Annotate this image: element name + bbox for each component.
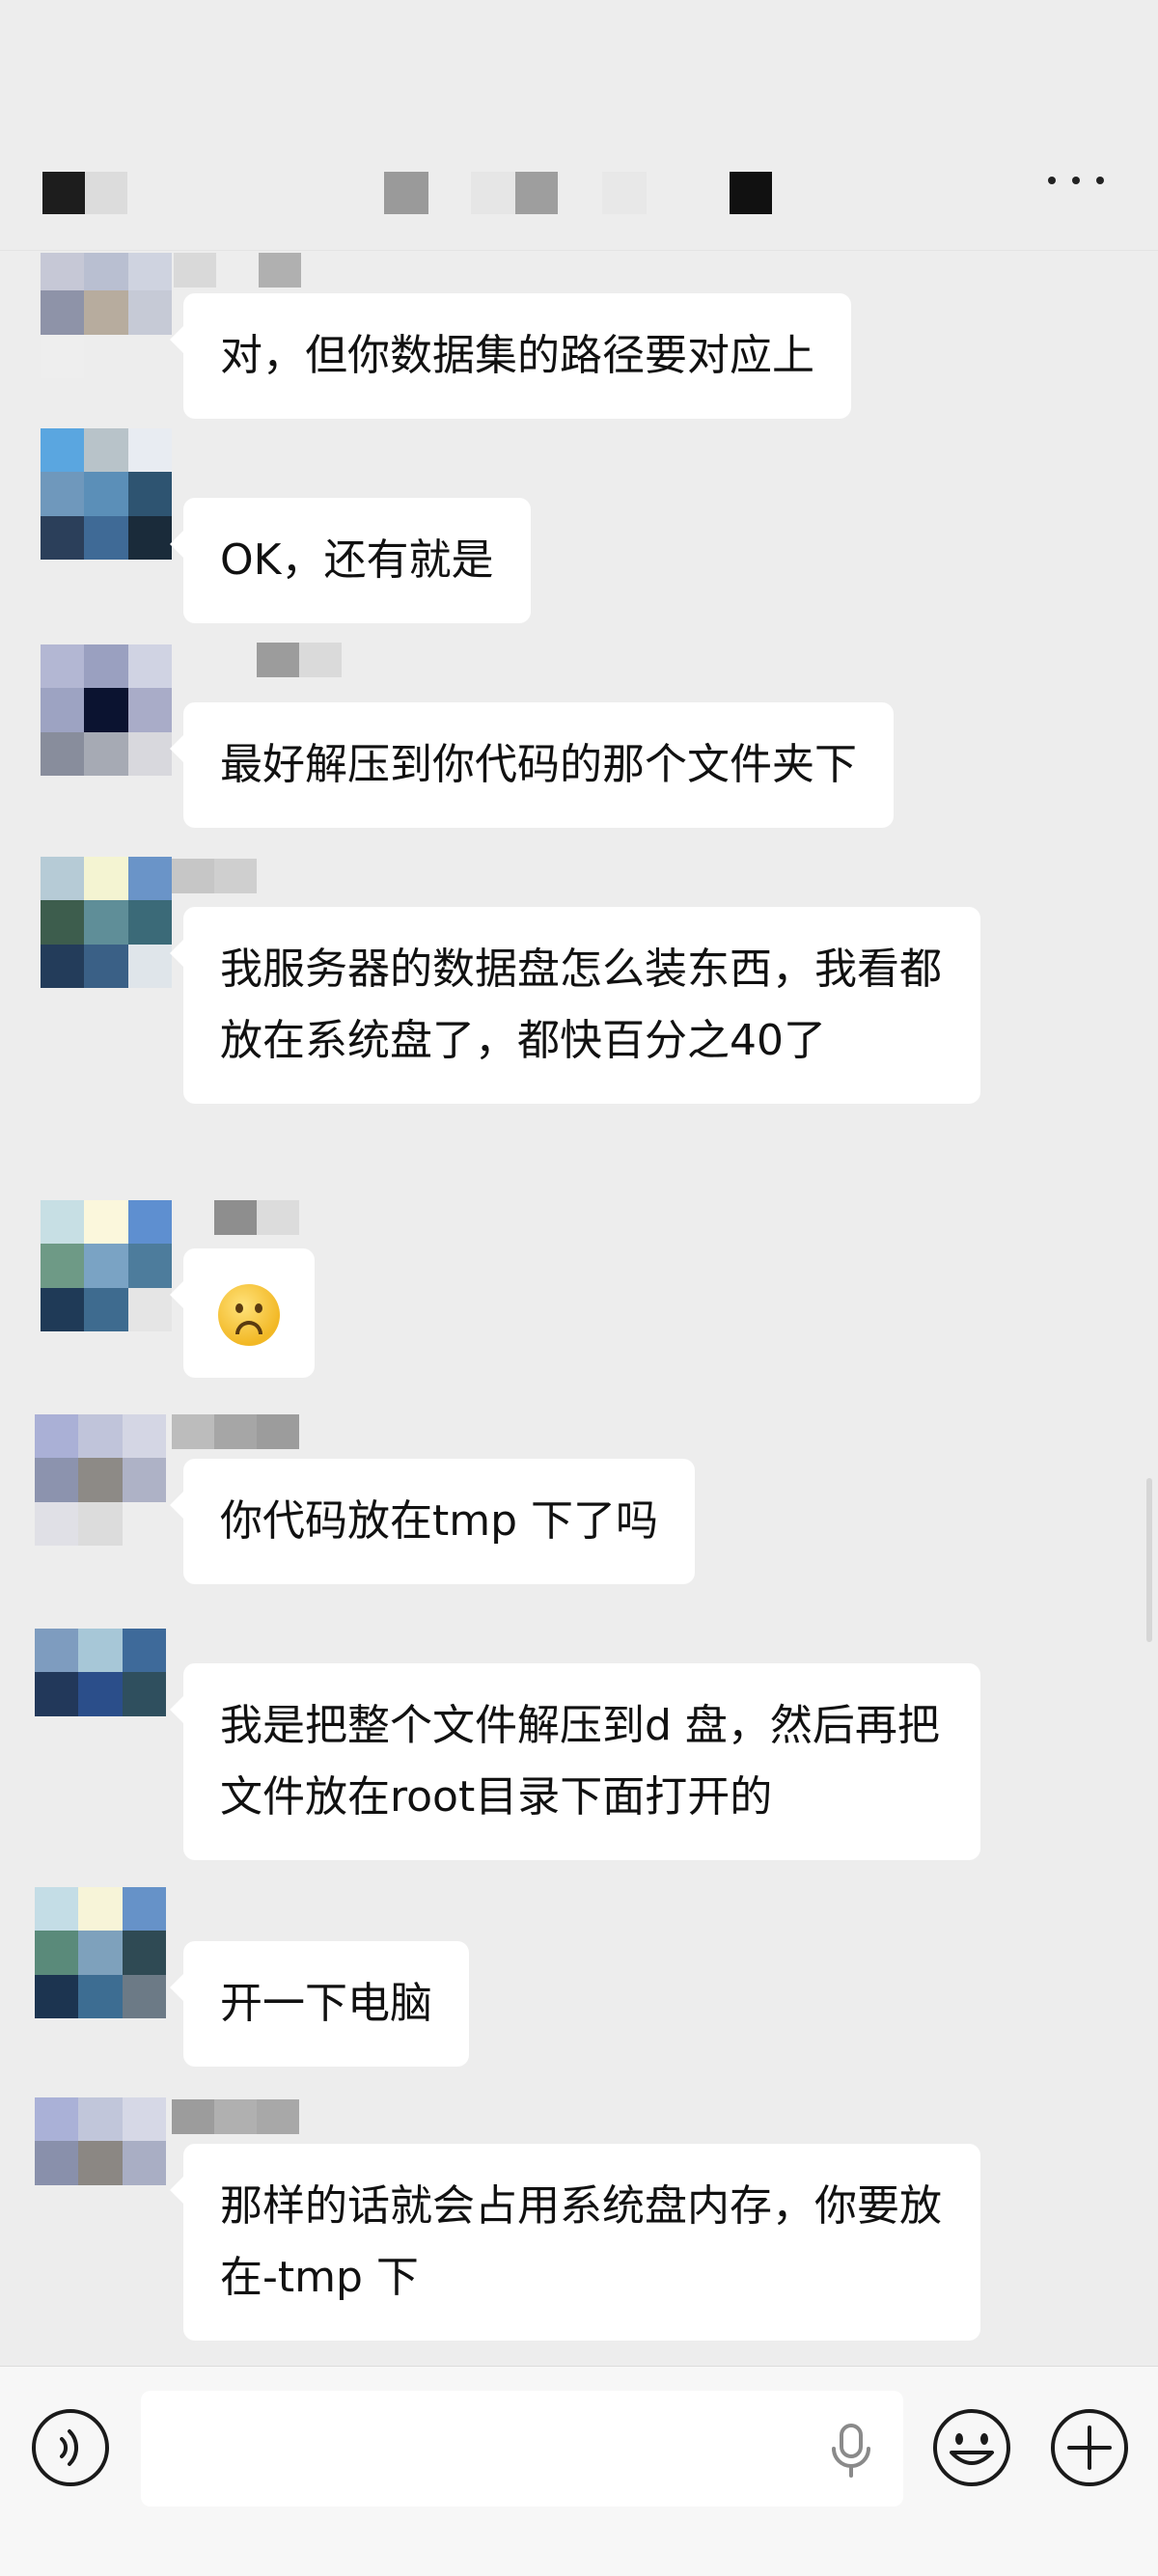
message-bubble[interactable]: 那样的话就会占用系统盘内存，你要放在-tmp 下 (170, 2144, 980, 2341)
obscured-nickname (172, 1414, 299, 1449)
chat-header (0, 0, 1158, 251)
obscured-title-block (515, 172, 558, 214)
message-bubble[interactable] (170, 1248, 315, 1378)
frowning-face-emoji (218, 1284, 280, 1346)
avatar[interactable] (41, 857, 172, 988)
message-input[interactable] (141, 2391, 903, 2507)
plus-icon[interactable] (1046, 2404, 1133, 2491)
message-bubble[interactable]: 开一下电脑 (170, 1941, 469, 2067)
avatar[interactable] (41, 644, 172, 776)
message-bubble[interactable]: 最好解压到你代码的那个文件夹下 (170, 702, 894, 828)
ellipsis-icon[interactable] (1042, 166, 1110, 195)
avatar[interactable] (41, 1200, 172, 1331)
microphone-icon[interactable] (826, 2422, 876, 2480)
message-bubble[interactable]: 我是把整个文件解压到d 盘，然后再把文件放在root目录下面打开的 (170, 1663, 980, 1860)
avatar[interactable] (41, 428, 172, 560)
obscured-title-block (42, 172, 85, 214)
obscured-title-block (384, 172, 428, 214)
message-text: 你代码放在tmp 下了吗 (220, 1496, 659, 1546)
message-bubble[interactable]: 对，但你数据集的路径要对应上 (170, 293, 851, 419)
obscured-title-block (730, 172, 772, 214)
obscured-nickname (257, 643, 342, 677)
message-text: OK，还有就是 (220, 535, 494, 585)
avatar[interactable] (41, 253, 172, 378)
message-bubble[interactable]: 你代码放在tmp 下了吗 (169, 1459, 696, 1584)
message-text: 对，但你数据集的路径要对应上 (220, 331, 814, 380)
obscured-title-block (602, 172, 647, 214)
obscured-nickname (172, 859, 257, 893)
avatar[interactable] (35, 1414, 166, 1546)
message-list[interactable]: 对，但你数据集的路径要对应上 OK，还有就是 最好解压到你代码的那个文件夹下 我… (0, 253, 1158, 2366)
message-bubble[interactable]: 我服务器的数据盘怎么装东西，我看都放在系统盘了，都快百分之40了 (170, 907, 980, 1104)
message-text: 我是把整个文件解压到d 盘，然后再把文件放在root目录下面打开的 (220, 1701, 940, 1822)
message-text: 那样的话就会占用系统盘内存，你要放在-tmp 下 (220, 2181, 942, 2302)
voice-icon[interactable] (27, 2404, 114, 2491)
smiley-icon[interactable] (928, 2404, 1015, 2491)
message-bubble[interactable]: OK，还有就是 (170, 498, 531, 623)
obscured-title-block (85, 172, 127, 214)
message-text: 最好解压到你代码的那个文件夹下 (220, 740, 857, 789)
scrollbar[interactable] (1146, 1478, 1152, 1642)
obscured-title-block (471, 172, 515, 214)
obscured-nickname (214, 1200, 299, 1235)
avatar[interactable] (35, 1887, 166, 2018)
obscured-nickname (174, 253, 301, 288)
avatar[interactable] (35, 2097, 166, 2229)
avatar[interactable] (35, 1629, 166, 1760)
message-text: 我服务器的数据盘怎么装东西，我看都放在系统盘了，都快百分之40了 (220, 945, 942, 1065)
obscured-nickname (172, 2099, 299, 2134)
message-text: 开一下电脑 (220, 1979, 432, 2028)
